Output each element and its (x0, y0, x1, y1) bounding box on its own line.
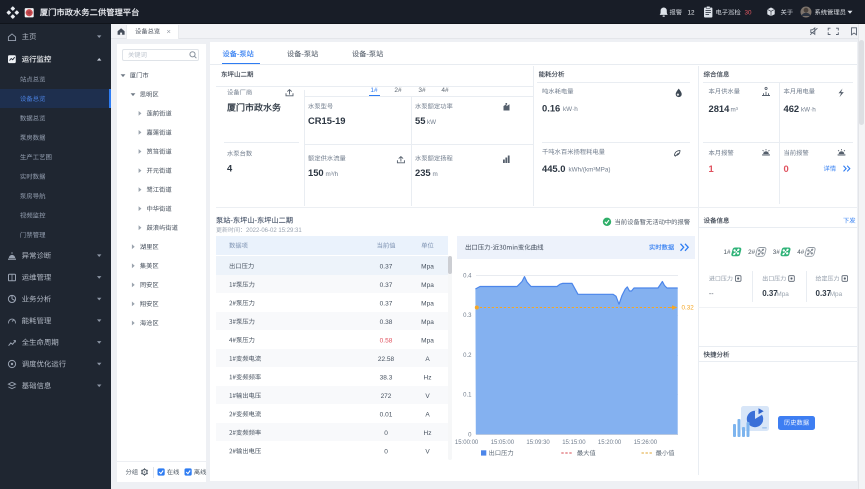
svg-text:0.2: 0.2 (463, 353, 472, 359)
svg-text:A: A (425, 411, 430, 418)
svg-text:0.4: 0.4 (463, 273, 472, 279)
svg-text:0.58: 0.58 (380, 337, 393, 344)
svg-text:0.3: 0.3 (463, 313, 472, 319)
svg-text:150: 150 (308, 167, 324, 178)
svg-text:4#: 4# (441, 87, 449, 94)
svg-text:Mpa: Mpa (830, 291, 843, 298)
svg-text:Mpa: Mpa (421, 319, 434, 326)
svg-text:V: V (425, 393, 430, 400)
svg-text:2#: 2# (748, 249, 756, 256)
svg-text:4: 4 (227, 162, 233, 173)
svg-text:4#: 4# (797, 249, 805, 256)
svg-text:0: 0 (784, 163, 789, 174)
svg-text:55: 55 (415, 115, 425, 126)
svg-text:235: 235 (415, 167, 431, 178)
svg-text:22.58: 22.58 (378, 356, 395, 363)
svg-text:3#: 3# (418, 87, 426, 94)
svg-text:m³/h: m³/h (326, 171, 339, 178)
svg-text:×: × (167, 27, 171, 36)
svg-text:0: 0 (384, 430, 388, 437)
svg-text:12: 12 (688, 10, 696, 17)
svg-text:0.16: 0.16 (542, 102, 560, 113)
svg-text:15:15:00: 15:15:00 (562, 440, 586, 446)
svg-text:kW·h: kW·h (563, 106, 578, 113)
svg-text:--: -- (709, 291, 714, 298)
svg-text:0.37: 0.37 (380, 300, 393, 307)
svg-text:CR15-19: CR15-19 (308, 115, 346, 126)
svg-text:kWh/(km³MPa): kWh/(km³MPa) (569, 167, 611, 174)
svg-text:V: V (425, 448, 430, 455)
svg-text:kW: kW (427, 119, 436, 126)
svg-text:15:09:30: 15:09:30 (526, 440, 550, 446)
svg-text:15:05:00: 15:05:00 (491, 440, 515, 446)
svg-text:Mpa: Mpa (421, 263, 434, 270)
svg-text:m: m (433, 171, 438, 178)
svg-text:Hz: Hz (424, 430, 432, 437)
svg-text:A: A (425, 356, 430, 363)
svg-text:462: 462 (784, 103, 800, 114)
svg-text:2#: 2# (394, 87, 402, 94)
svg-text:272: 272 (381, 393, 392, 400)
svg-text:1: 1 (709, 163, 714, 174)
svg-text:Mpa: Mpa (421, 337, 434, 344)
svg-text:445.0: 445.0 (542, 163, 565, 174)
svg-text:Mpa: Mpa (776, 291, 789, 298)
svg-text:Hz: Hz (424, 374, 432, 381)
svg-text:0.37: 0.37 (380, 282, 393, 289)
svg-text:30: 30 (745, 10, 753, 17)
svg-text:kW·h: kW·h (801, 107, 816, 114)
svg-text:0: 0 (384, 448, 388, 455)
svg-text:0: 0 (468, 432, 472, 438)
svg-text:0.37: 0.37 (380, 263, 393, 270)
svg-text:0.38: 0.38 (380, 319, 393, 326)
svg-text:38.3: 38.3 (380, 374, 393, 381)
svg-text:2022-06-02 15:29:31: 2022-06-02 15:29:31 (246, 228, 302, 234)
svg-text:0.01: 0.01 (380, 411, 393, 418)
svg-text:2814: 2814 (709, 103, 731, 114)
svg-text:15:00:00: 15:00:00 (455, 440, 479, 446)
svg-text:1#: 1# (724, 249, 732, 256)
svg-text:3#: 3# (773, 249, 781, 256)
svg-text:m³: m³ (731, 107, 738, 114)
svg-text:0.32: 0.32 (682, 305, 695, 312)
svg-text:Mpa: Mpa (421, 282, 434, 289)
svg-text:0.1: 0.1 (463, 393, 472, 399)
svg-text:Mpa: Mpa (421, 300, 434, 307)
svg-text:15:26:00: 15:26:00 (634, 440, 658, 446)
svg-text:1#: 1# (370, 87, 378, 94)
svg-text:15:20:00: 15:20:00 (598, 440, 622, 446)
